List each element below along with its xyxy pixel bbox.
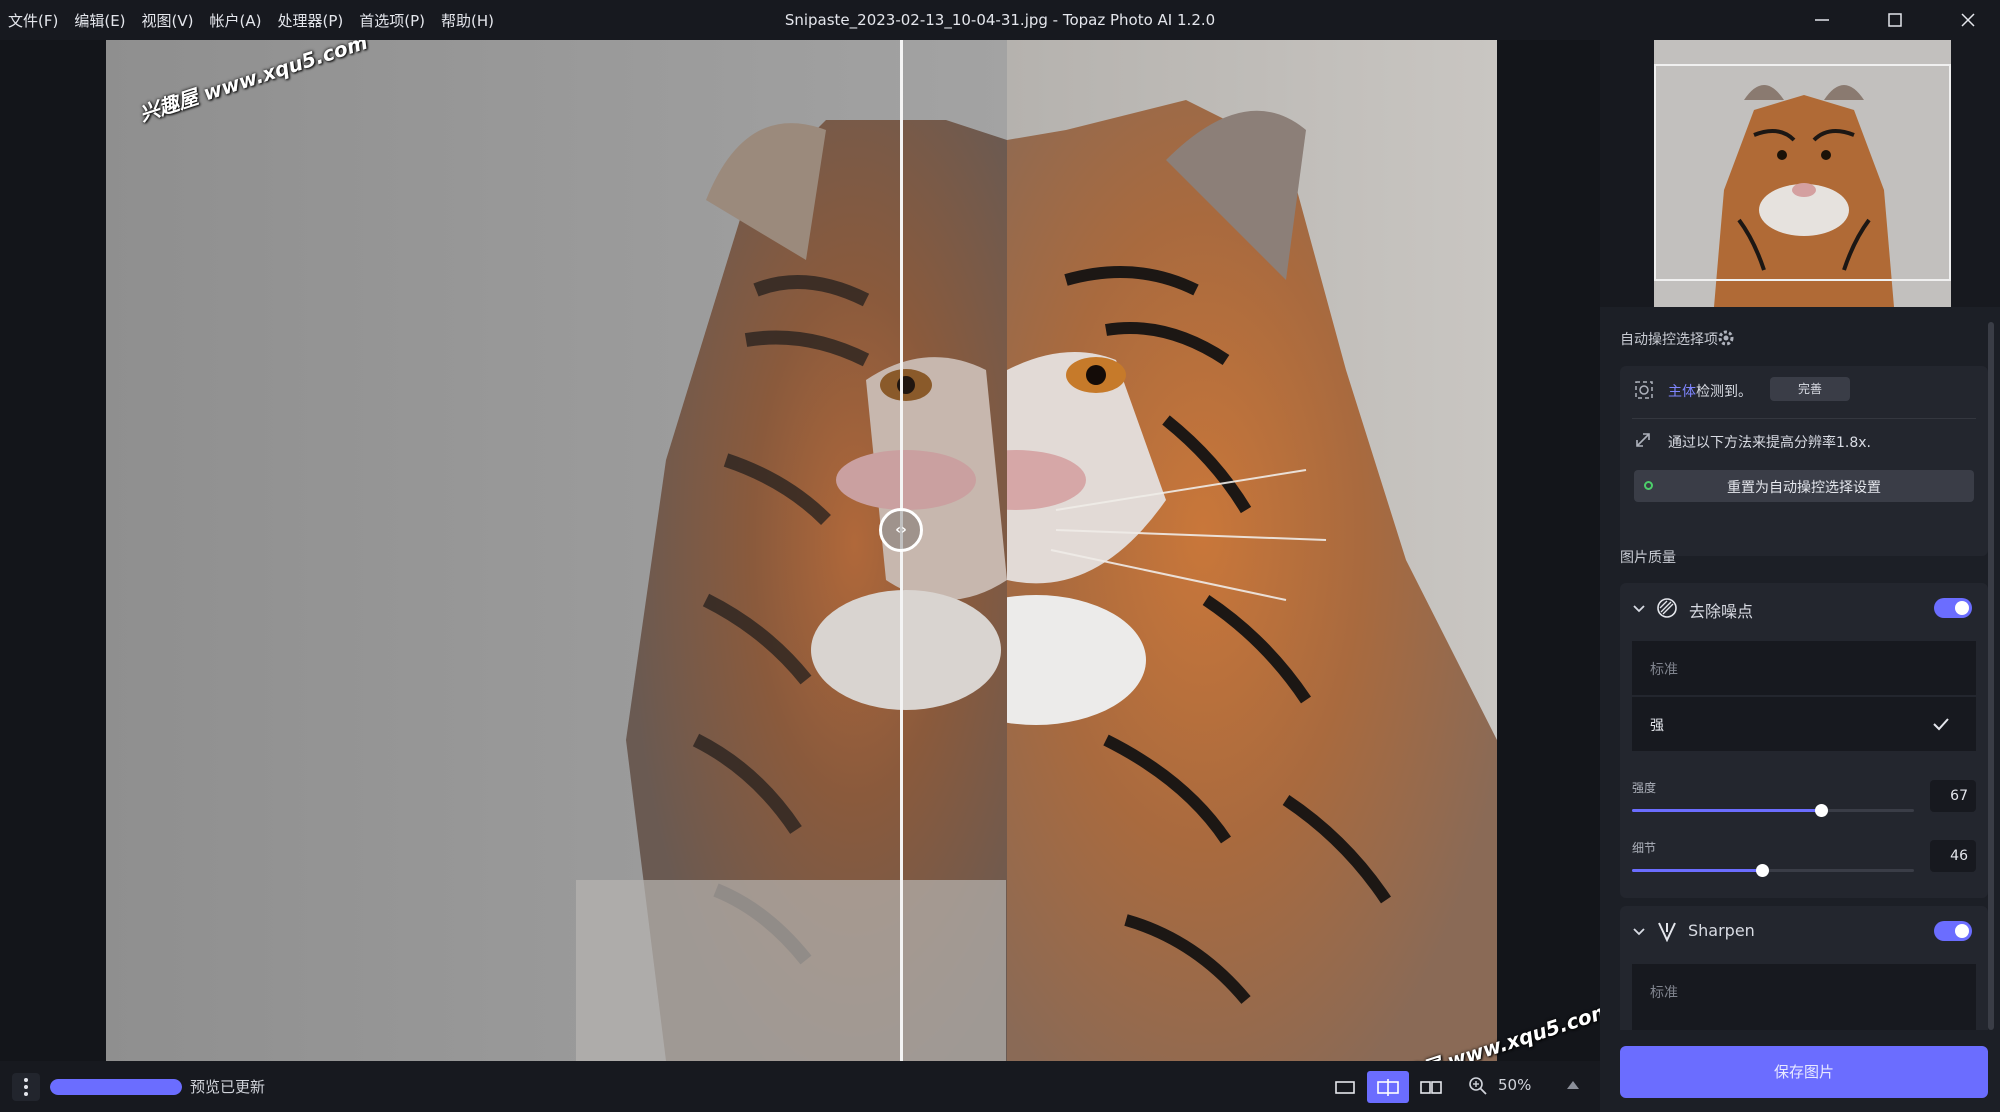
strength-slider[interactable] — [1632, 804, 1914, 817]
divider-handle[interactable]: ‹› — [879, 508, 923, 552]
denoise-label: 去除噪点 — [1689, 602, 1754, 621]
gear-icon[interactable] — [1717, 329, 1735, 347]
save-image-button[interactable]: 保存图片 — [1620, 1046, 1988, 1098]
upscale-icon — [1636, 433, 1650, 447]
close-icon — [1961, 13, 1975, 27]
maximize-icon — [1888, 13, 1902, 27]
sharpen-option-standard-label: 标准 — [1650, 985, 1678, 1001]
more-options-button[interactable] — [12, 1073, 40, 1101]
navigator-preview[interactable] — [1600, 40, 2000, 307]
subject-detected-text: 主体检测到。 — [1668, 381, 1752, 401]
detail-slider-thumb[interactable] — [1755, 864, 1769, 877]
image-quality-title: 图片质量 — [1620, 550, 1676, 566]
denoise-option-strong-label: 强 — [1650, 718, 1664, 734]
denoise-option-standard-label: 标准 — [1650, 662, 1678, 678]
chevron-down-icon[interactable] — [1632, 924, 1646, 938]
progress-bar — [50, 1079, 182, 1095]
status-text: 预览已更新 — [190, 1078, 266, 1096]
menu-view[interactable]: 视图(V) — [142, 10, 194, 31]
denoise-option-strong[interactable]: 强 — [1632, 697, 1976, 751]
maximize-button[interactable] — [1866, 0, 1924, 40]
strength-label: 强度 — [1632, 781, 1657, 795]
canvas-area[interactable]: 兴趣屋 www.xqu5.com ‹› 兴趣屋 www.xqu5.com — [0, 40, 1614, 1094]
denoise-card: 去除噪点 标准 强 强度 67 细节 46 — [1620, 583, 1988, 898]
sharpen-card: Sharpen 标准 — [1620, 906, 1988, 1030]
minimize-icon — [1815, 19, 1829, 21]
side-by-side-button[interactable] — [1410, 1071, 1452, 1103]
checkmark-icon — [1933, 718, 1949, 731]
close-button[interactable] — [1939, 0, 1997, 40]
upscale-text: 通过以下方法来提高分辨率1.8x. — [1668, 435, 1871, 451]
zoom-icon[interactable] — [1468, 1076, 1488, 1096]
progress-fill — [50, 1079, 182, 1095]
detail-slider-fill — [1632, 869, 1762, 872]
zoom-level[interactable]: 50% — [1498, 1076, 1531, 1094]
split-view-button[interactable] — [1367, 1071, 1409, 1103]
bottom-bar: 预览已更新 50% — [0, 1061, 1600, 1112]
tiger-photo — [106, 40, 1497, 1061]
autopilot-card: 主体检测到。 完善 通过以下方法来提高分辨率1.8x. 重置为自动操控选择设置 — [1620, 366, 1988, 556]
navigator-viewport-frame[interactable] — [1654, 64, 1951, 281]
single-view-icon — [1335, 1081, 1355, 1094]
refine-button[interactable]: 完善 — [1770, 377, 1850, 401]
menu-bar: 文件(F) 编辑(E) 视图(V) 帐户(A) 处理器(P) 首选项(P) 帮助… — [8, 0, 494, 40]
menu-edit[interactable]: 编辑(E) — [74, 10, 125, 31]
sharpen-option-standard[interactable]: 标准 — [1632, 964, 1976, 1030]
split-view-icon — [1377, 1079, 1399, 1096]
detail-label: 细节 — [1632, 841, 1657, 855]
denoise-icon — [1657, 598, 1677, 618]
menu-file[interactable]: 文件(F) — [8, 10, 58, 31]
zoom-caret-icon[interactable] — [1567, 1081, 1579, 1089]
strength-value[interactable]: 67 — [1930, 780, 1976, 812]
panel-scrollbar[interactable] — [1988, 322, 1994, 1030]
subject-detect-icon — [1635, 381, 1653, 399]
detail-value[interactable]: 46 — [1930, 840, 1976, 872]
minimize-button[interactable] — [1793, 0, 1851, 40]
strength-slider-fill — [1632, 809, 1821, 812]
denoise-option-standard[interactable]: 标准 — [1632, 641, 1976, 695]
strength-slider-thumb[interactable] — [1814, 804, 1828, 817]
title-bar: 文件(F) 编辑(E) 视图(V) 帐户(A) 处理器(P) 首选项(P) 帮助… — [0, 0, 2000, 40]
menu-processor[interactable]: 处理器(P) — [277, 10, 343, 31]
card-divider — [1632, 418, 1976, 419]
sharpen-toggle[interactable] — [1934, 921, 1972, 941]
sharpen-icon — [1658, 922, 1676, 942]
drag-arrows-icon: ‹› — [895, 522, 907, 538]
reset-autopilot-button[interactable]: 重置为自动操控选择设置 — [1634, 470, 1974, 502]
comparison-image[interactable]: 兴趣屋 www.xqu5.com — [106, 40, 1497, 1061]
menu-preferences[interactable]: 首选项(P) — [359, 10, 425, 31]
right-panel: 自动操控选择项 主体检测到。 完善 通过以下方法来提高分辨率1.8x. 重置为自… — [1600, 40, 2000, 1112]
subject-suffix: 检测到。 — [1696, 384, 1752, 400]
menu-help[interactable]: 帮助(H) — [441, 10, 494, 31]
chevron-down-icon[interactable] — [1632, 601, 1646, 615]
detail-slider[interactable] — [1632, 864, 1914, 877]
sharpen-label: Sharpen — [1688, 921, 1755, 940]
subject-link[interactable]: 主体 — [1668, 384, 1696, 400]
menu-account[interactable]: 帐户(A) — [210, 10, 262, 31]
denoise-toggle[interactable] — [1934, 598, 1972, 618]
side-by-side-icon — [1420, 1081, 1442, 1094]
more-options-icon — [24, 1078, 28, 1082]
single-view-button[interactable] — [1324, 1071, 1366, 1103]
autopilot-title: 自动操控选择项 — [1620, 332, 1718, 348]
reset-autopilot-label: 重置为自动操控选择设置 — [1727, 480, 1881, 496]
